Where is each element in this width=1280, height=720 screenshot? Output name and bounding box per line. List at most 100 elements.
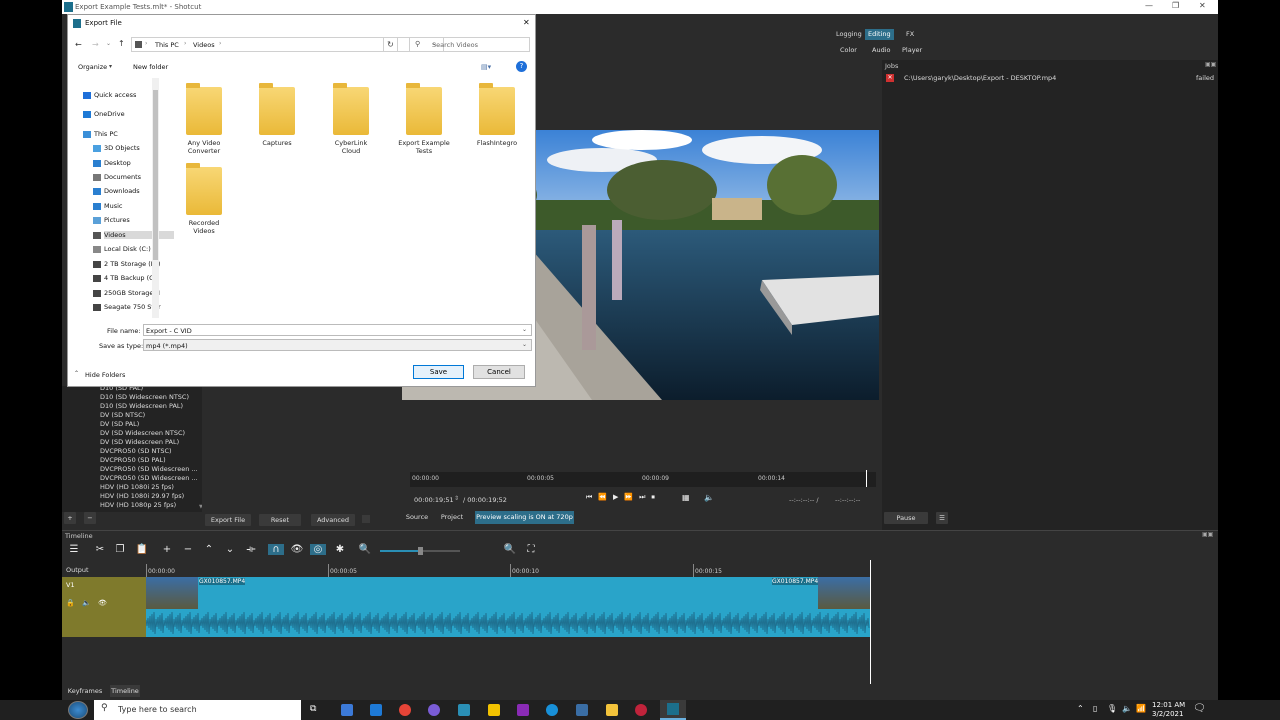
save-type-select[interactable]: mp4 (*.mp4) ⌄ [143,339,532,351]
file-explorer-icon[interactable] [606,704,618,716]
notifications-icon[interactable]: 🗨 [1193,703,1206,714]
preset-item[interactable]: DVCPRO50 (SD Widescreen ... [100,465,198,473]
layout-color[interactable]: Color [837,45,860,56]
shotcut-taskbar-button[interactable] [660,700,686,720]
preset-item[interactable]: DV (SD NTSC) [100,411,145,419]
jobs-menu-icon[interactable]: ☰ [936,512,948,524]
back-icon[interactable]: ← [75,40,82,49]
current-time[interactable]: 00:00:19;51 [414,496,454,504]
file-name-dropdown-icon[interactable]: ⌄ [522,326,527,333]
chrome-icon[interactable] [399,704,411,716]
nav-item[interactable]: 3D Objects [93,144,140,152]
hide-icon[interactable]: 👁 [98,599,107,607]
calculator-icon[interactable] [576,704,588,716]
volume-icon[interactable]: 🔈 [1122,704,1132,713]
refresh-icon[interactable]: ↻ [383,37,398,52]
taskbar-search-box[interactable]: ⚲ Type here to search [94,700,301,720]
forward-icon[interactable]: → [92,40,99,49]
up-icon[interactable]: ↑ [118,39,125,48]
close-icon[interactable]: ✕ [1199,1,1206,10]
recent-icon[interactable]: ⌄ [106,40,111,47]
reset-button[interactable]: Reset [259,514,301,526]
cut-icon[interactable]: ✂ [92,544,108,555]
snap-icon[interactable]: ∩ [268,544,284,555]
layout-editing[interactable]: Editing [865,29,894,40]
nav-item[interactable]: Pictures [93,216,130,224]
cancel-button[interactable]: Cancel [473,365,525,379]
timeline-menu-icon[interactable]: ☰ [66,544,82,555]
search-box[interactable]: ⚲ Search Videos [409,37,530,52]
transport-controls[interactable]: ⏮⏪▶⏩⏭⏹ [586,493,661,502]
organize-chevron-icon[interactable]: ▾ [109,63,112,70]
breadcrumb-this-pc[interactable]: This PC [155,41,179,49]
nav-item[interactable]: 4 TB Backup (G:) [93,274,159,282]
paste-icon[interactable]: 📋 [134,544,150,555]
zoom-out-icon[interactable]: 🔍 [357,544,373,555]
advanced-button[interactable]: Advanced [311,514,355,526]
tray-chevron-icon[interactable]: ⌃ [1077,704,1084,713]
preview-scaling-button[interactable]: Preview scaling is ON at 720p [475,511,574,524]
preset-item[interactable]: HDV (HD 1080i 25 fps) [100,483,174,491]
nav-item[interactable]: Downloads [93,187,140,195]
network-icon[interactable]: 📶 [1136,704,1146,713]
taskbar-app-icon[interactable] [341,704,353,716]
copy-icon[interactable]: ❐ [112,544,128,555]
save-button[interactable]: Save [413,365,464,379]
ripple-all-icon[interactable]: ✱ [332,544,348,555]
lock-icon[interactable]: 🔒 [66,599,75,607]
remove-preset-icon[interactable]: − [84,512,96,524]
video-clip[interactable]: GX010857.MP4 GX010857.MP4 [146,577,870,637]
scrub-icon[interactable]: 👁 [289,544,305,555]
nav-item[interactable]: Quick access [83,91,136,99]
zoom-in-icon[interactable]: 🔍 [502,544,518,555]
preset-item[interactable]: HDV (HD 1080p 25 fps) [100,501,176,509]
remove-icon[interactable]: − [180,544,196,555]
add-preset-icon[interactable]: + [64,512,76,524]
clock-date[interactable]: 3/2/2021 [1152,710,1183,718]
lift-icon[interactable]: ⌃ [201,544,217,555]
task-view-icon[interactable]: ⧉ [310,704,316,714]
track-header-v1[interactable]: V1 🔒 🔈 👁 [62,577,146,637]
help-icon[interactable]: ? [516,61,527,72]
volume-icon[interactable]: 🔈 [704,493,714,502]
preset-item[interactable]: DVCPRO50 (SD Widescreen ... [100,474,198,482]
zoom-slider-handle[interactable] [418,547,423,555]
nav-item[interactable]: OneDrive [83,110,125,118]
preset-item[interactable]: DVCPRO50 (SD PAL) [100,456,166,464]
timeline-playhead[interactable] [870,560,871,684]
hide-folders-button[interactable]: Hide Folders [85,371,125,379]
save-type-dropdown-icon[interactable]: ⌄ [522,341,527,348]
onenote-icon[interactable] [517,704,529,716]
tab-source[interactable]: Source [402,511,432,524]
dialog-close-icon[interactable]: ✕ [523,18,530,27]
player-ruler[interactable]: 00:00:00 00:00:05 00:00:09 00:00:14 [410,470,876,487]
taskbar-app-icon[interactable] [428,704,440,716]
taskbar-app-icon[interactable] [635,704,647,716]
folder-item[interactable]: Any Video Converter [178,83,230,167]
overwrite-icon[interactable]: ⌄ [222,544,238,555]
mute-icon[interactable]: 🔈 [82,599,91,607]
player-playhead[interactable] [866,470,867,487]
ripple-icon[interactable]: ◎ [310,544,326,555]
nav-item[interactable]: Music [93,202,123,210]
advanced-checkbox[interactable] [362,515,370,523]
breadcrumb-videos[interactable]: Videos [193,41,215,49]
notes-icon[interactable] [488,704,500,716]
timeline-float-icon[interactable]: ▣▣ [1202,531,1213,538]
folder-item[interactable]: FlashIntegro [471,83,523,167]
layout-logging[interactable]: Logging [833,29,865,40]
nav-scrollbar[interactable] [152,78,159,318]
preset-item[interactable]: D10 (SD Widescreen PAL) [100,402,183,410]
float-icon[interactable]: ▣▣ [1205,61,1216,68]
microphone-icon[interactable]: 🎙 [1107,704,1117,713]
minimize-icon[interactable]: — [1145,1,1153,10]
calendar-icon[interactable] [458,704,470,716]
export-file-button[interactable]: Export File [205,514,251,526]
edge-icon[interactable] [370,704,382,716]
file-name-input[interactable]: Export - C VID ⌄ [143,324,532,336]
tab-keyframes[interactable]: Keyframes [64,685,106,697]
nav-item[interactable]: Documents [93,173,141,181]
pause-button[interactable]: Pause [884,512,928,524]
folder-item[interactable]: CyberLink Cloud [325,83,377,167]
split-icon[interactable]: ⟛ [243,544,259,555]
